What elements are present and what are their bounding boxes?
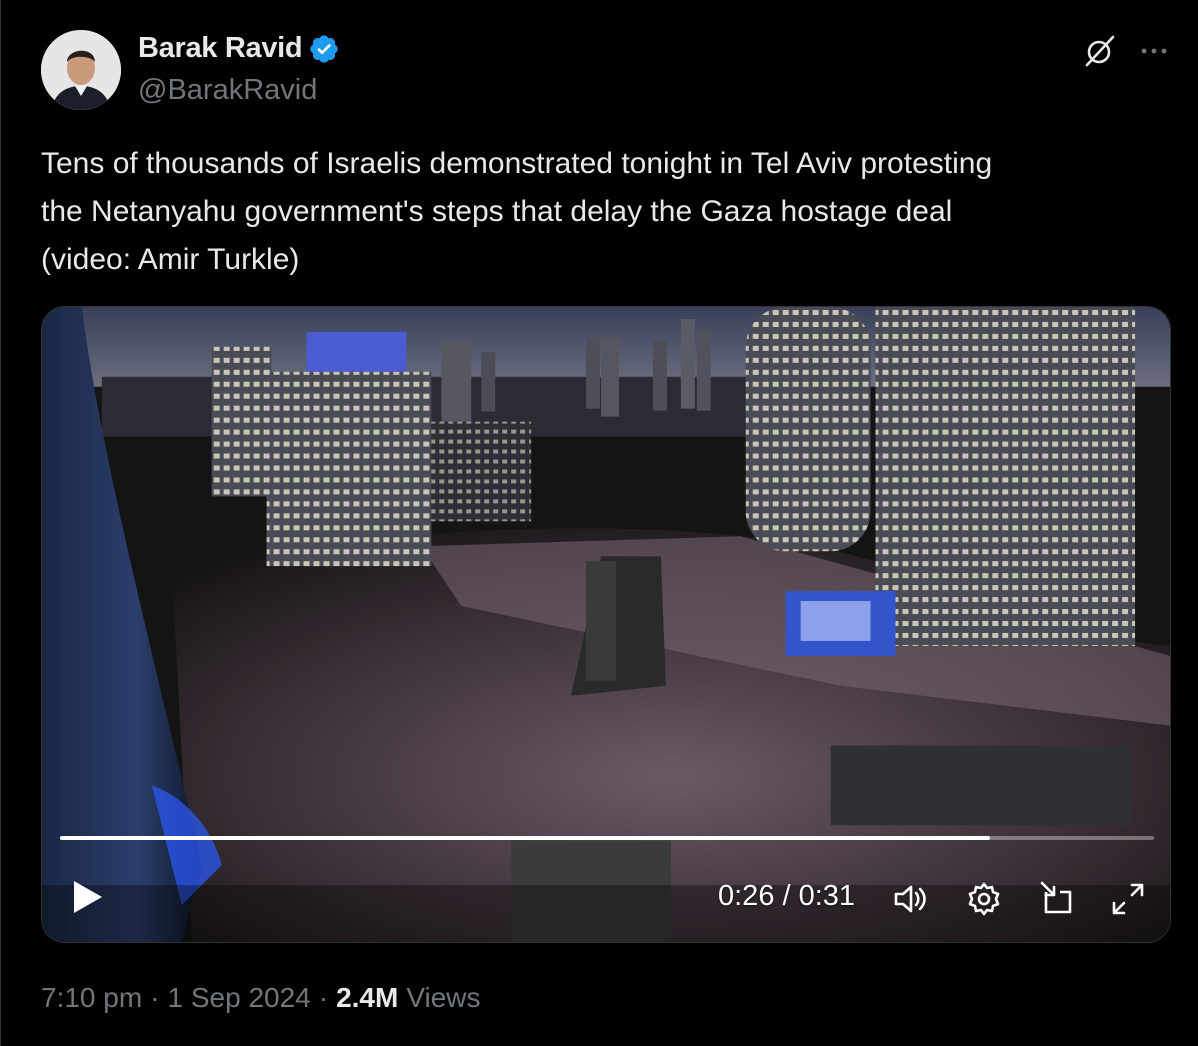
timeline-border bbox=[0, 0, 1, 1046]
author-handle[interactable]: @BarakRavid bbox=[138, 74, 317, 107]
tweet-time[interactable]: 7:10 pm bbox=[41, 982, 142, 1014]
verified-badge-icon bbox=[310, 34, 339, 63]
gear-icon[interactable] bbox=[964, 879, 1004, 919]
play-icon[interactable] bbox=[70, 877, 106, 917]
video-progress-fill bbox=[60, 836, 990, 840]
separator: · bbox=[150, 982, 160, 1013]
video-frame[interactable] bbox=[42, 307, 1170, 942]
video-progress-bar[interactable] bbox=[60, 836, 1154, 840]
separator: · bbox=[318, 982, 329, 1013]
author-display-name[interactable]: Barak Ravid bbox=[138, 32, 303, 65]
video-player[interactable]: 0:26 / 0:31 bbox=[41, 306, 1171, 943]
views-label: Views bbox=[406, 982, 481, 1013]
video-time: 0:26 / 0:31 bbox=[718, 880, 856, 912]
grok-icon[interactable] bbox=[1083, 34, 1117, 68]
views-count: 2.4M bbox=[336, 982, 399, 1013]
author-name-row: Barak Ravid bbox=[138, 32, 340, 65]
fullscreen-icon[interactable] bbox=[1108, 879, 1148, 919]
volume-icon[interactable] bbox=[890, 879, 930, 919]
tweet-date[interactable]: 1 Sep 2024 bbox=[168, 982, 311, 1014]
picture-in-picture-icon[interactable] bbox=[1038, 879, 1078, 919]
more-icon[interactable] bbox=[1136, 38, 1172, 64]
tweet-metadata: 7:10 pm · 1 Sep 2024 · 2.4M Views bbox=[41, 982, 481, 1014]
tweet-text: Tens of thousands of Israelis demonstrat… bbox=[41, 147, 993, 276]
avatar[interactable] bbox=[41, 30, 121, 110]
